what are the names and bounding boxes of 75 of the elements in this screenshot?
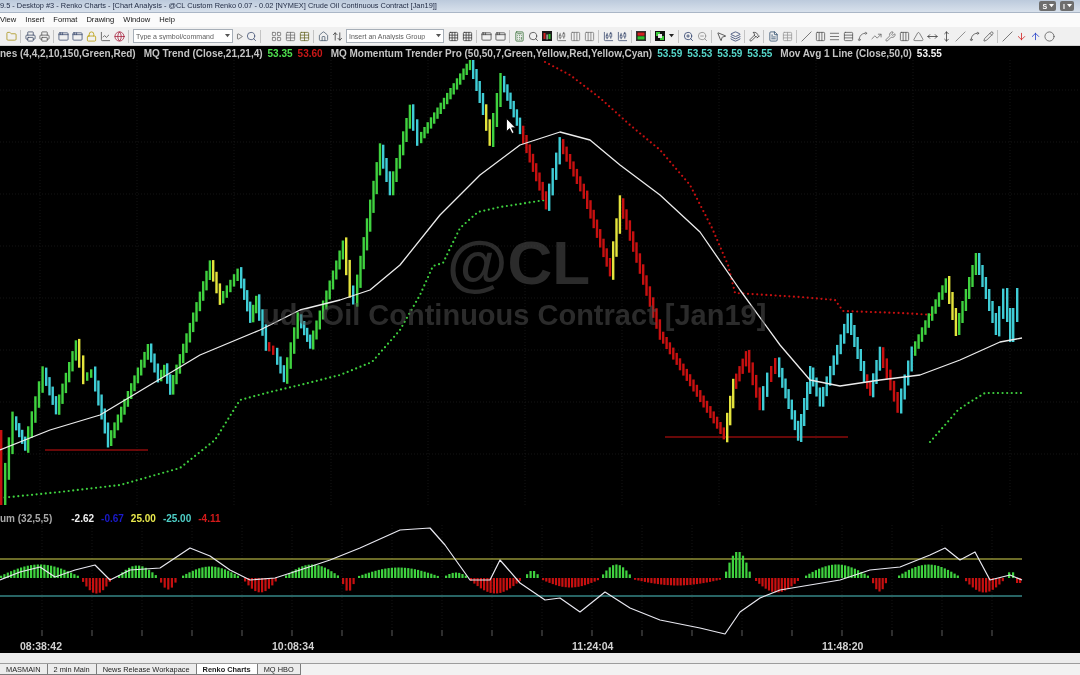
window-icon[interactable] [71,30,83,42]
grid-icon[interactable] [461,30,473,42]
vertical-bars-icon[interactable] [583,30,595,42]
indicator-label: um (32,5,5) [0,512,53,524]
diagonal-line-icon[interactable] [1001,30,1013,42]
legend-label: Mov Avg 1 Line (Close,50,0) [780,47,912,59]
window-icon[interactable] [494,30,506,42]
wrench-icon[interactable] [884,30,896,42]
legend-label: MQ Trend (Close,21,21,4) [143,47,263,59]
time-label: 11:48:20 [822,640,864,653]
zoom-out-icon[interactable] [696,30,708,42]
legend-value: 53.59 [717,47,743,59]
window-icon[interactable] [57,30,69,42]
indicator-value: 25.00 [130,512,156,524]
table-icon[interactable] [284,30,296,42]
candlestick-icon[interactable] [602,30,614,42]
caret-icon [1049,4,1055,8]
legend-value: 53.35 [267,47,293,59]
window-icon[interactable] [480,30,492,42]
search-icon[interactable] [527,30,539,42]
pointer-icon[interactable] [715,30,727,42]
triangle-icon[interactable] [912,30,924,42]
indicator-value: -0.67 [101,512,124,524]
house-icon[interactable] [317,30,329,42]
time-label: 10:08:34 [272,640,315,653]
globe-icon[interactable] [113,30,125,42]
layers-icon[interactable] [729,30,741,42]
caret-icon[interactable] [436,34,441,38]
legend-label: MQ Momentum Trender Pro (50,50,7,Green,Yellow,Red,Yellow,Cyan) [330,47,653,59]
legend-value: 53.60 [297,47,323,59]
table-icon[interactable] [298,30,310,42]
printer-icon[interactable] [38,30,50,42]
diagonal-line-icon[interactable] [800,30,812,42]
search-icon[interactable] [245,30,257,42]
legend-value: 53.55 [916,47,942,59]
document-icon[interactable] [767,30,779,42]
zoom-in-icon[interactable] [682,30,694,42]
time-label: 08:38:42 [20,640,63,653]
down-arrow-icon[interactable] [1015,30,1027,42]
play-icon[interactable] [236,32,243,40]
up-down-arrow-icon[interactable] [331,30,343,42]
vertical-lines-icon[interactable] [898,30,910,42]
grid-icon[interactable] [447,30,459,42]
caret-icon [1067,4,1072,8]
mouse-pointer-icon [506,118,516,134]
table-icon[interactable] [781,30,793,42]
curve-icon[interactable] [856,30,868,42]
indicator-value: -2.62 [71,512,95,524]
up-arrow-icon[interactable] [1029,30,1041,42]
legend-value: 53.53 [687,47,713,59]
circle-icon[interactable] [1043,30,1055,42]
split-square-icon[interactable] [636,31,646,41]
caret-icon[interactable] [225,34,230,38]
legend-value: 53.55 [747,47,773,59]
vertical-bars-icon[interactable] [569,30,581,42]
indicator-value: -4.11 [198,512,221,524]
curve-icon[interactable] [968,30,980,42]
horizontal-lines-icon[interactable] [828,30,840,42]
bar-chart-icon[interactable] [542,31,552,41]
calculator-icon[interactable] [513,30,525,42]
grid-icon[interactable] [270,30,282,42]
pencil-icon[interactable] [982,30,994,42]
diagonal-line-icon[interactable] [954,30,966,42]
printer-icon[interactable] [24,30,36,42]
line-chart-icon[interactable] [99,30,111,42]
checkered-square-icon[interactable] [655,31,665,41]
legend-label: nes (4,4,2,10,150,Green,Red) [0,47,136,59]
hammer-icon[interactable] [748,30,760,42]
indicator-value: -25.00 [162,512,192,524]
time-label: 11:24:04 [572,640,614,653]
vertical-lines-icon[interactable] [814,30,826,42]
rows-icon[interactable] [842,30,854,42]
candlestick-icon[interactable] [616,30,628,42]
legend-value: 53.59 [657,47,683,59]
caret-icon[interactable] [669,34,674,38]
